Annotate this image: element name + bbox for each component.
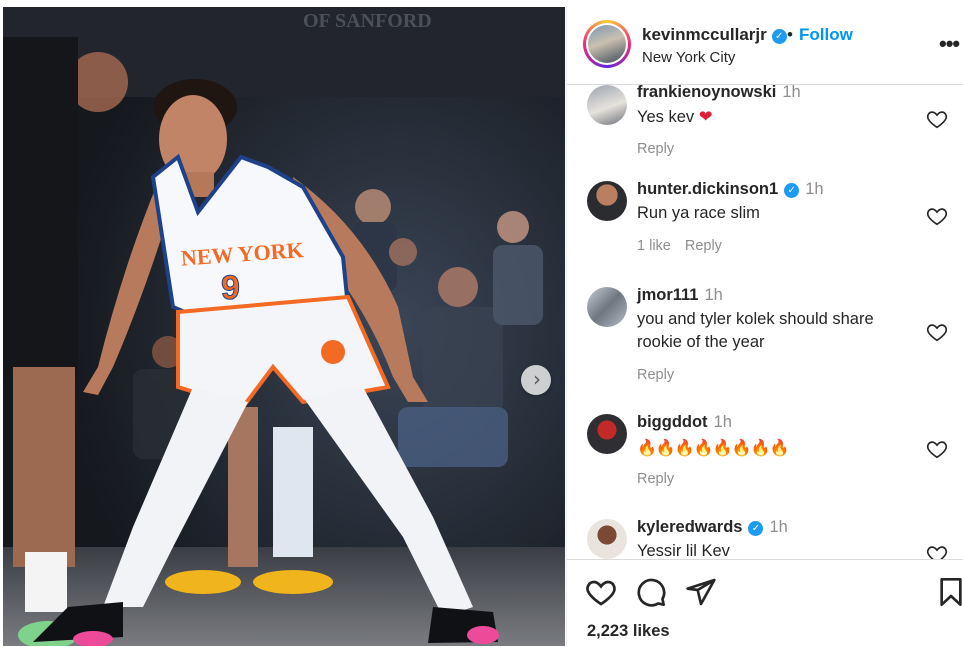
comment-likes-count[interactable]: 1 like (637, 238, 671, 254)
comment-item: frankienoynowski 1h Yes kev ❤ Reply (567, 85, 963, 161)
comment-text: Run ya race slim (637, 204, 760, 222)
reply-button[interactable]: Reply (637, 471, 674, 487)
commenter-username[interactable]: kyleredwards (637, 518, 742, 536)
likes-count[interactable]: 2,223 likes (587, 622, 670, 641)
post-side-panel: kevinmccullarjr ✓ • Follow New York City … (566, 7, 963, 646)
like-comment-heart-icon[interactable] (926, 438, 948, 460)
comment-time: 1h (805, 180, 824, 198)
red-heart-emoji-icon: ❤ (698, 107, 713, 126)
commenter-avatar[interactable] (587, 414, 627, 454)
more-options-icon[interactable]: ••• (939, 31, 960, 57)
comment-text: Yessir lil Kev (637, 542, 730, 559)
commenter-username-link[interactable]: frankienoynowski 1h (637, 85, 801, 102)
comment-text-body: Yes kev (637, 108, 695, 126)
comment-item: hunter.dickinson1 ✓ 1h Run ya race slim 1 … (567, 180, 963, 271)
commenter-avatar[interactable] (587, 519, 627, 559)
commenter-avatar[interactable] (587, 85, 627, 125)
commenter-username[interactable]: biggddot (637, 413, 708, 431)
comment-time: 1h (713, 413, 732, 431)
comment-time: 1h (769, 518, 788, 536)
comment-meta: Reply (637, 141, 688, 157)
svg-text:OF SANFORD: OF SANFORD (303, 10, 432, 32)
follow-button[interactable]: Follow (799, 25, 853, 45)
commenter-avatar[interactable] (587, 287, 627, 327)
comments-list[interactable]: frankienoynowski 1h Yes kev ❤ Reply hunte… (567, 85, 963, 559)
like-post-heart-icon[interactable] (585, 576, 617, 608)
commenter-username[interactable]: jmor111 (637, 286, 698, 304)
post-photo: OF SANFORD NEW YORK 9 › (3, 7, 565, 646)
comment-icon[interactable] (635, 576, 667, 608)
author-username-link[interactable]: kevinmccullarjr ✓ (642, 25, 787, 45)
commenter-username-link[interactable]: hunter.dickinson1 ✓ 1h (637, 180, 824, 199)
commenter-username-link[interactable]: biggddot 1h (637, 413, 732, 432)
commenter-username[interactable]: hunter.dickinson1 (637, 180, 778, 198)
comment-text: you and tyler kolek should share rookie … (637, 310, 874, 351)
like-comment-heart-icon[interactable] (926, 543, 948, 559)
author-username[interactable]: kevinmccullarjr (642, 25, 767, 44)
verified-badge-icon: ✓ (784, 183, 800, 198)
reply-button[interactable]: Reply (637, 141, 674, 157)
verified-badge-icon: ✓ (748, 521, 764, 536)
comment-time: 1h (704, 286, 723, 304)
commenter-username[interactable]: frankienoynowski (637, 85, 776, 101)
comment-time: 1h (782, 85, 801, 101)
comment-item: biggddot 1h 🔥🔥🔥🔥🔥🔥🔥🔥 Reply (567, 413, 963, 504)
send-icon[interactable] (685, 576, 717, 608)
reply-button[interactable]: Reply (685, 238, 722, 254)
next-photo-button[interactable]: › (521, 365, 551, 395)
comment-text: Yes kev ❤ (637, 105, 907, 129)
comment-meta: Reply (637, 367, 688, 383)
post-header: kevinmccullarjr ✓ • Follow New York City … (567, 7, 963, 85)
commenter-username-link[interactable]: kyleredwards ✓ 1h (637, 518, 788, 537)
separator-dot: • (787, 25, 793, 44)
photo-illustration: OF SANFORD NEW YORK 9 (3, 7, 565, 646)
author-avatar[interactable] (583, 20, 631, 68)
post-location[interactable]: New York City (642, 49, 735, 66)
jersey-number: 9 (221, 269, 240, 307)
chevron-right-icon: › (533, 367, 541, 391)
post-actions-bar: 2,223 likes (567, 559, 963, 647)
like-comment-heart-icon[interactable] (926, 321, 948, 343)
commenter-avatar[interactable] (587, 181, 627, 221)
like-comment-heart-icon[interactable] (926, 205, 948, 227)
bookmark-icon[interactable] (935, 576, 963, 608)
comment-meta: Reply (637, 471, 688, 487)
like-comment-heart-icon[interactable] (926, 108, 948, 130)
comment-item: jmor111 1h you and tyler kolek should sha… (567, 286, 963, 397)
verified-badge-icon: ✓ (771, 29, 787, 44)
comment-meta: 1 like Reply (637, 238, 736, 254)
comment-item: kyleredwards ✓ 1h Yessir lil Kev (567, 518, 963, 559)
reply-button[interactable]: Reply (637, 367, 674, 383)
fire-emoji-row-icon: 🔥🔥🔥🔥🔥🔥🔥🔥 (637, 438, 789, 457)
commenter-username-link[interactable]: jmor111 1h (637, 286, 723, 305)
